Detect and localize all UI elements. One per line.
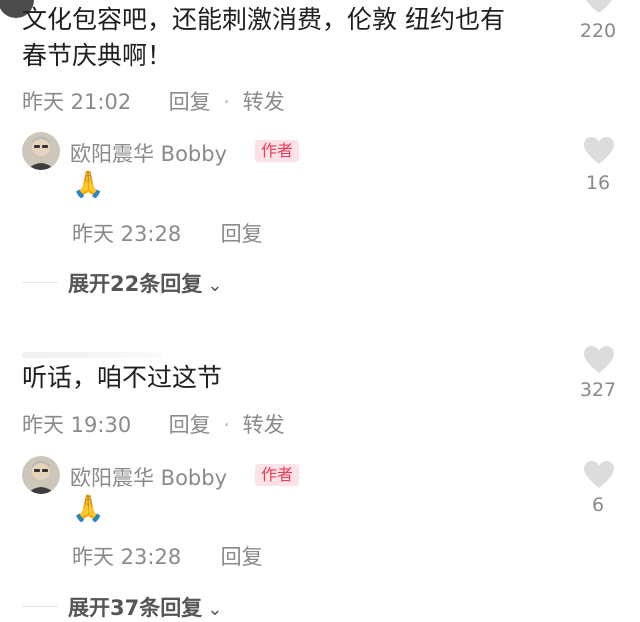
like-button[interactable] xyxy=(583,460,615,494)
avatar[interactable] xyxy=(22,456,60,494)
expand-replies-label: 展开22条回复 xyxy=(68,272,203,296)
author-name[interactable]: 欧阳震华 Bobby xyxy=(70,462,227,492)
divider xyxy=(22,606,58,607)
avatar-icon xyxy=(22,456,60,494)
reply-time: 昨天 23:28 xyxy=(72,222,182,246)
avatar-icon xyxy=(22,132,60,170)
reply-meta: 昨天 23:28 回复 xyxy=(72,218,263,248)
comment-time: 昨天 19:30 xyxy=(22,413,132,437)
chevron-down-icon: ⌄ xyxy=(207,275,223,296)
reply-button[interactable]: 回复 xyxy=(169,90,211,114)
chevron-down-icon: ⌄ xyxy=(207,599,223,620)
forward-button[interactable]: 转发 xyxy=(243,90,285,114)
faded-row xyxy=(22,352,162,358)
divider xyxy=(22,282,58,283)
separator-dot: · xyxy=(223,90,230,114)
separator-dot: · xyxy=(223,413,230,437)
forward-button[interactable]: 转发 xyxy=(243,413,285,437)
author-badge: 作者 xyxy=(255,464,300,486)
expand-replies-button[interactable]: 展开22条回复 ⌄ xyxy=(68,268,222,298)
reply-button[interactable]: 回复 xyxy=(221,222,263,246)
avatar[interactable] xyxy=(22,132,60,170)
heart-icon xyxy=(584,137,614,164)
emoji-praying-hands: 🙏 xyxy=(72,494,105,524)
like-count: 220 xyxy=(579,20,617,42)
reply-button[interactable]: 回复 xyxy=(169,413,211,437)
like-count: 6 xyxy=(591,494,605,516)
comment-meta: 昨天 21:02 回复 · 转发 xyxy=(22,86,285,116)
author-name[interactable]: 欧阳震华 Bobby xyxy=(70,138,227,168)
reply-meta: 昨天 23:28 回复 xyxy=(72,541,263,571)
emoji-praying-hands: 🙏 xyxy=(72,170,105,200)
comment-time: 昨天 21:02 xyxy=(22,90,132,114)
comment-text-line: 听话，咱不过这节 xyxy=(22,363,223,392)
partial-heart-icon[interactable] xyxy=(583,0,615,12)
reply-time: 昨天 23:28 xyxy=(72,545,182,569)
expand-replies-button[interactable]: 展开37条回复 ⌄ xyxy=(68,592,222,622)
heart-icon xyxy=(584,346,614,373)
reply-button[interactable]: 回复 xyxy=(221,545,263,569)
comment-text-line: 文化包容吧，还能刺激消费，伦敦 纽约也有 xyxy=(22,5,505,34)
like-count: 327 xyxy=(579,379,617,401)
comment-meta: 昨天 19:30 回复 · 转发 xyxy=(22,409,285,439)
like-button[interactable] xyxy=(583,136,615,170)
author-badge: 作者 xyxy=(255,140,300,162)
comment-text-line: 春节庆典啊！ xyxy=(22,41,173,70)
like-button[interactable] xyxy=(583,345,615,379)
heart-icon xyxy=(584,461,614,488)
like-count: 16 xyxy=(585,172,611,194)
expand-replies-label: 展开37条回复 xyxy=(68,596,203,620)
